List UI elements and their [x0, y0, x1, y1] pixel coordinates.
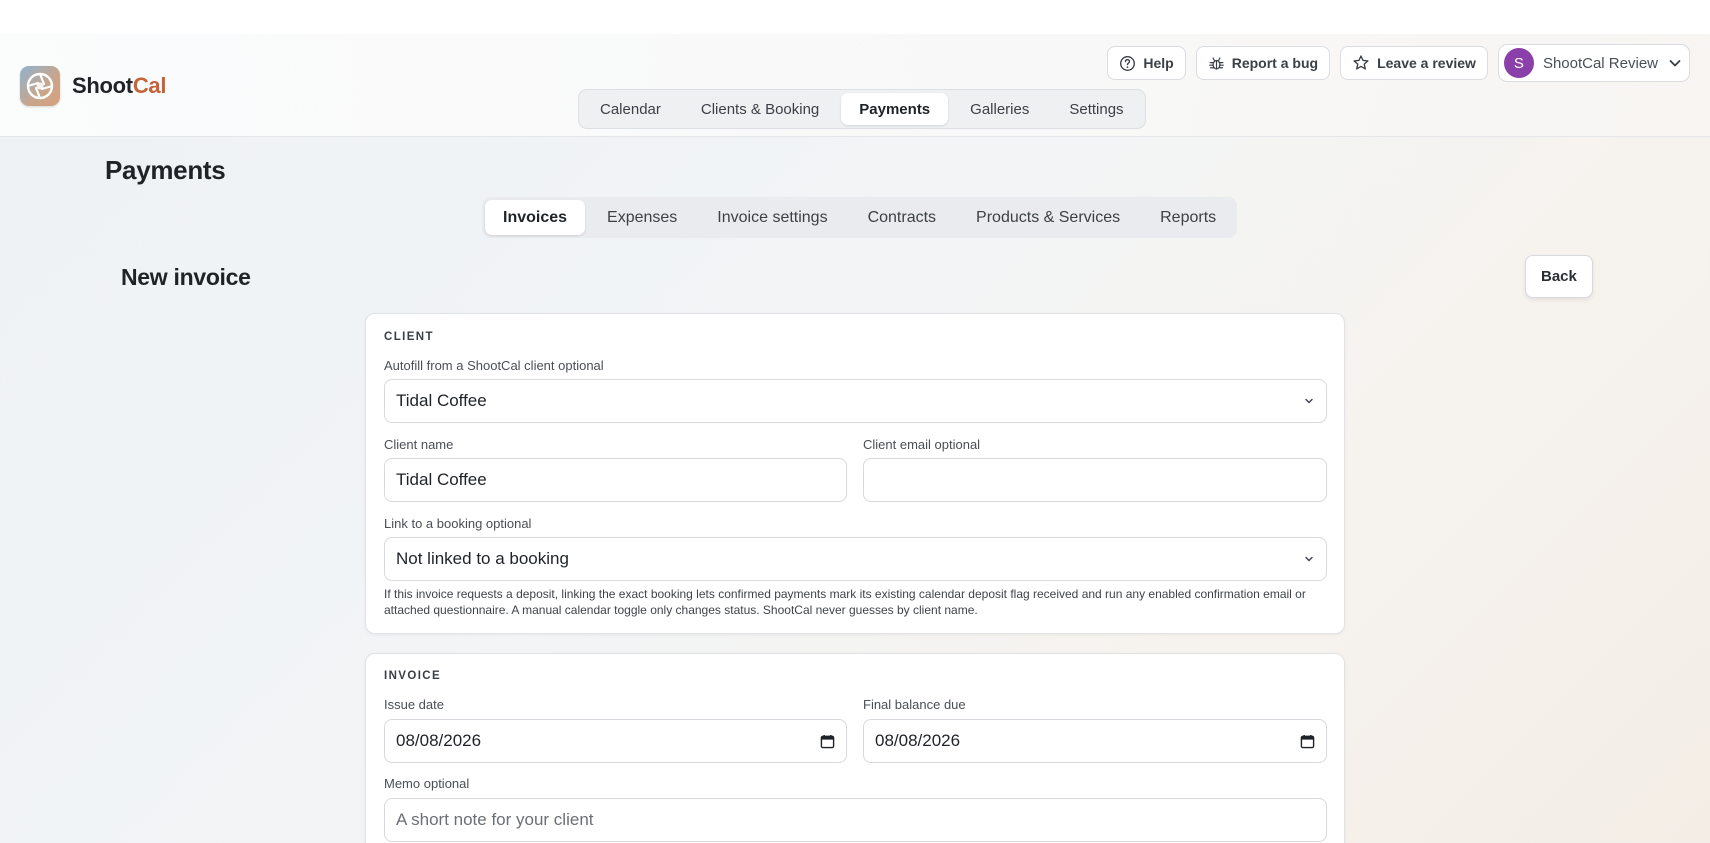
- main-tab-galleries[interactable]: Galleries: [952, 93, 1047, 125]
- invoice-eyebrow: INVOICE: [384, 670, 442, 682]
- client-name-label: Client name: [384, 437, 454, 452]
- page-title: Payments: [105, 155, 226, 185]
- client-eyebrow: CLIENT: [384, 331, 434, 343]
- sub-tab-contracts[interactable]: Contracts: [850, 200, 954, 235]
- bug-icon: [1208, 56, 1224, 70]
- sub-tab-invoice-settings[interactable]: Invoice settings: [699, 200, 845, 235]
- leave-review-label: Leave a review: [1377, 55, 1476, 71]
- payments-sub-nav: Invoices Expenses Invoice settings Contr…: [482, 197, 1238, 238]
- main-nav: Calendar Clients & Booking Payments Gall…: [578, 89, 1146, 129]
- sub-tab-expenses[interactable]: Expenses: [589, 200, 695, 235]
- leave-review-button[interactable]: Leave a review: [1340, 46, 1488, 80]
- client-card: CLIENT Autofill from a ShootCal client o…: [365, 313, 1345, 634]
- app-name: ShootCal: [72, 73, 167, 98]
- memo-input[interactable]: A short note for your client: [384, 798, 1327, 842]
- client-email-input[interactable]: [863, 458, 1327, 502]
- calendar-icon[interactable]: [1300, 734, 1315, 749]
- client-email-label: Client email optional: [863, 437, 981, 452]
- back-button[interactable]: Back: [1525, 255, 1593, 298]
- final-due-value: 08/08/2026: [875, 731, 961, 750]
- final-due-label: Final balance due: [863, 697, 966, 712]
- app-logo[interactable]: ShootCal: [20, 66, 166, 106]
- help-button[interactable]: Help: [1107, 46, 1186, 80]
- sub-tab-reports[interactable]: Reports: [1142, 200, 1234, 235]
- main-tab-clients-booking[interactable]: Clients & Booking: [683, 93, 837, 125]
- star-icon: [1353, 55, 1369, 70]
- top-actions: Help Report a bug Leave a review S Shoot…: [1107, 44, 1690, 82]
- memo-placeholder: A short note for your client: [396, 810, 594, 829]
- booking-link-label: Link to a booking optional: [384, 516, 532, 531]
- browser-top-strip: [0, 0, 1710, 34]
- invoice-card: INVOICE Issue date 08/08/2026 Final bala…: [365, 653, 1345, 843]
- sub-tab-products-services[interactable]: Products & Services: [958, 200, 1138, 235]
- shutter-logo-icon: [20, 66, 60, 106]
- report-bug-label: Report a bug: [1231, 55, 1319, 71]
- section-title: New invoice: [121, 264, 251, 290]
- booking-link-value: Not linked to a booking: [396, 549, 569, 568]
- calendar-icon[interactable]: [820, 734, 835, 749]
- booking-help-text: If this invoice requests a deposit, link…: [384, 587, 1306, 617]
- app-header: ShootCal Help Report a bug Leave a revie…: [0, 34, 1710, 137]
- main-tab-calendar[interactable]: Calendar: [582, 93, 679, 125]
- account-name: ShootCal Review: [1542, 54, 1658, 72]
- autofill-label: Autofill from a ShootCal client optional: [384, 358, 604, 373]
- memo-label: Memo optional: [384, 776, 470, 791]
- issue-date-value: 08/08/2026: [396, 731, 482, 750]
- avatar: S: [1503, 48, 1534, 78]
- help-label: Help: [1143, 55, 1174, 71]
- main-tab-payments[interactable]: Payments: [841, 93, 949, 125]
- chevron-down-icon: [1669, 60, 1681, 67]
- sub-tab-invoices[interactable]: Invoices: [485, 200, 586, 235]
- chevron-down-icon: [1305, 398, 1313, 404]
- autofill-client-value: Tidal Coffee: [396, 391, 487, 410]
- main-tab-settings[interactable]: Settings: [1051, 93, 1141, 125]
- booking-link-select[interactable]: Not linked to a booking: [384, 537, 1327, 581]
- chevron-down-icon: [1305, 556, 1313, 562]
- report-bug-button[interactable]: Report a bug: [1195, 46, 1331, 80]
- final-due-input[interactable]: 08/08/2026: [863, 719, 1327, 763]
- client-name-input[interactable]: Tidal Coffee: [384, 458, 847, 502]
- client-name-value: Tidal Coffee: [396, 470, 487, 489]
- autofill-client-select[interactable]: Tidal Coffee: [384, 379, 1327, 423]
- issue-date-label: Issue date: [384, 697, 444, 712]
- issue-date-input[interactable]: 08/08/2026: [384, 719, 847, 763]
- account-menu[interactable]: S ShootCal Review: [1497, 44, 1690, 82]
- question-circle-icon: [1120, 55, 1136, 71]
